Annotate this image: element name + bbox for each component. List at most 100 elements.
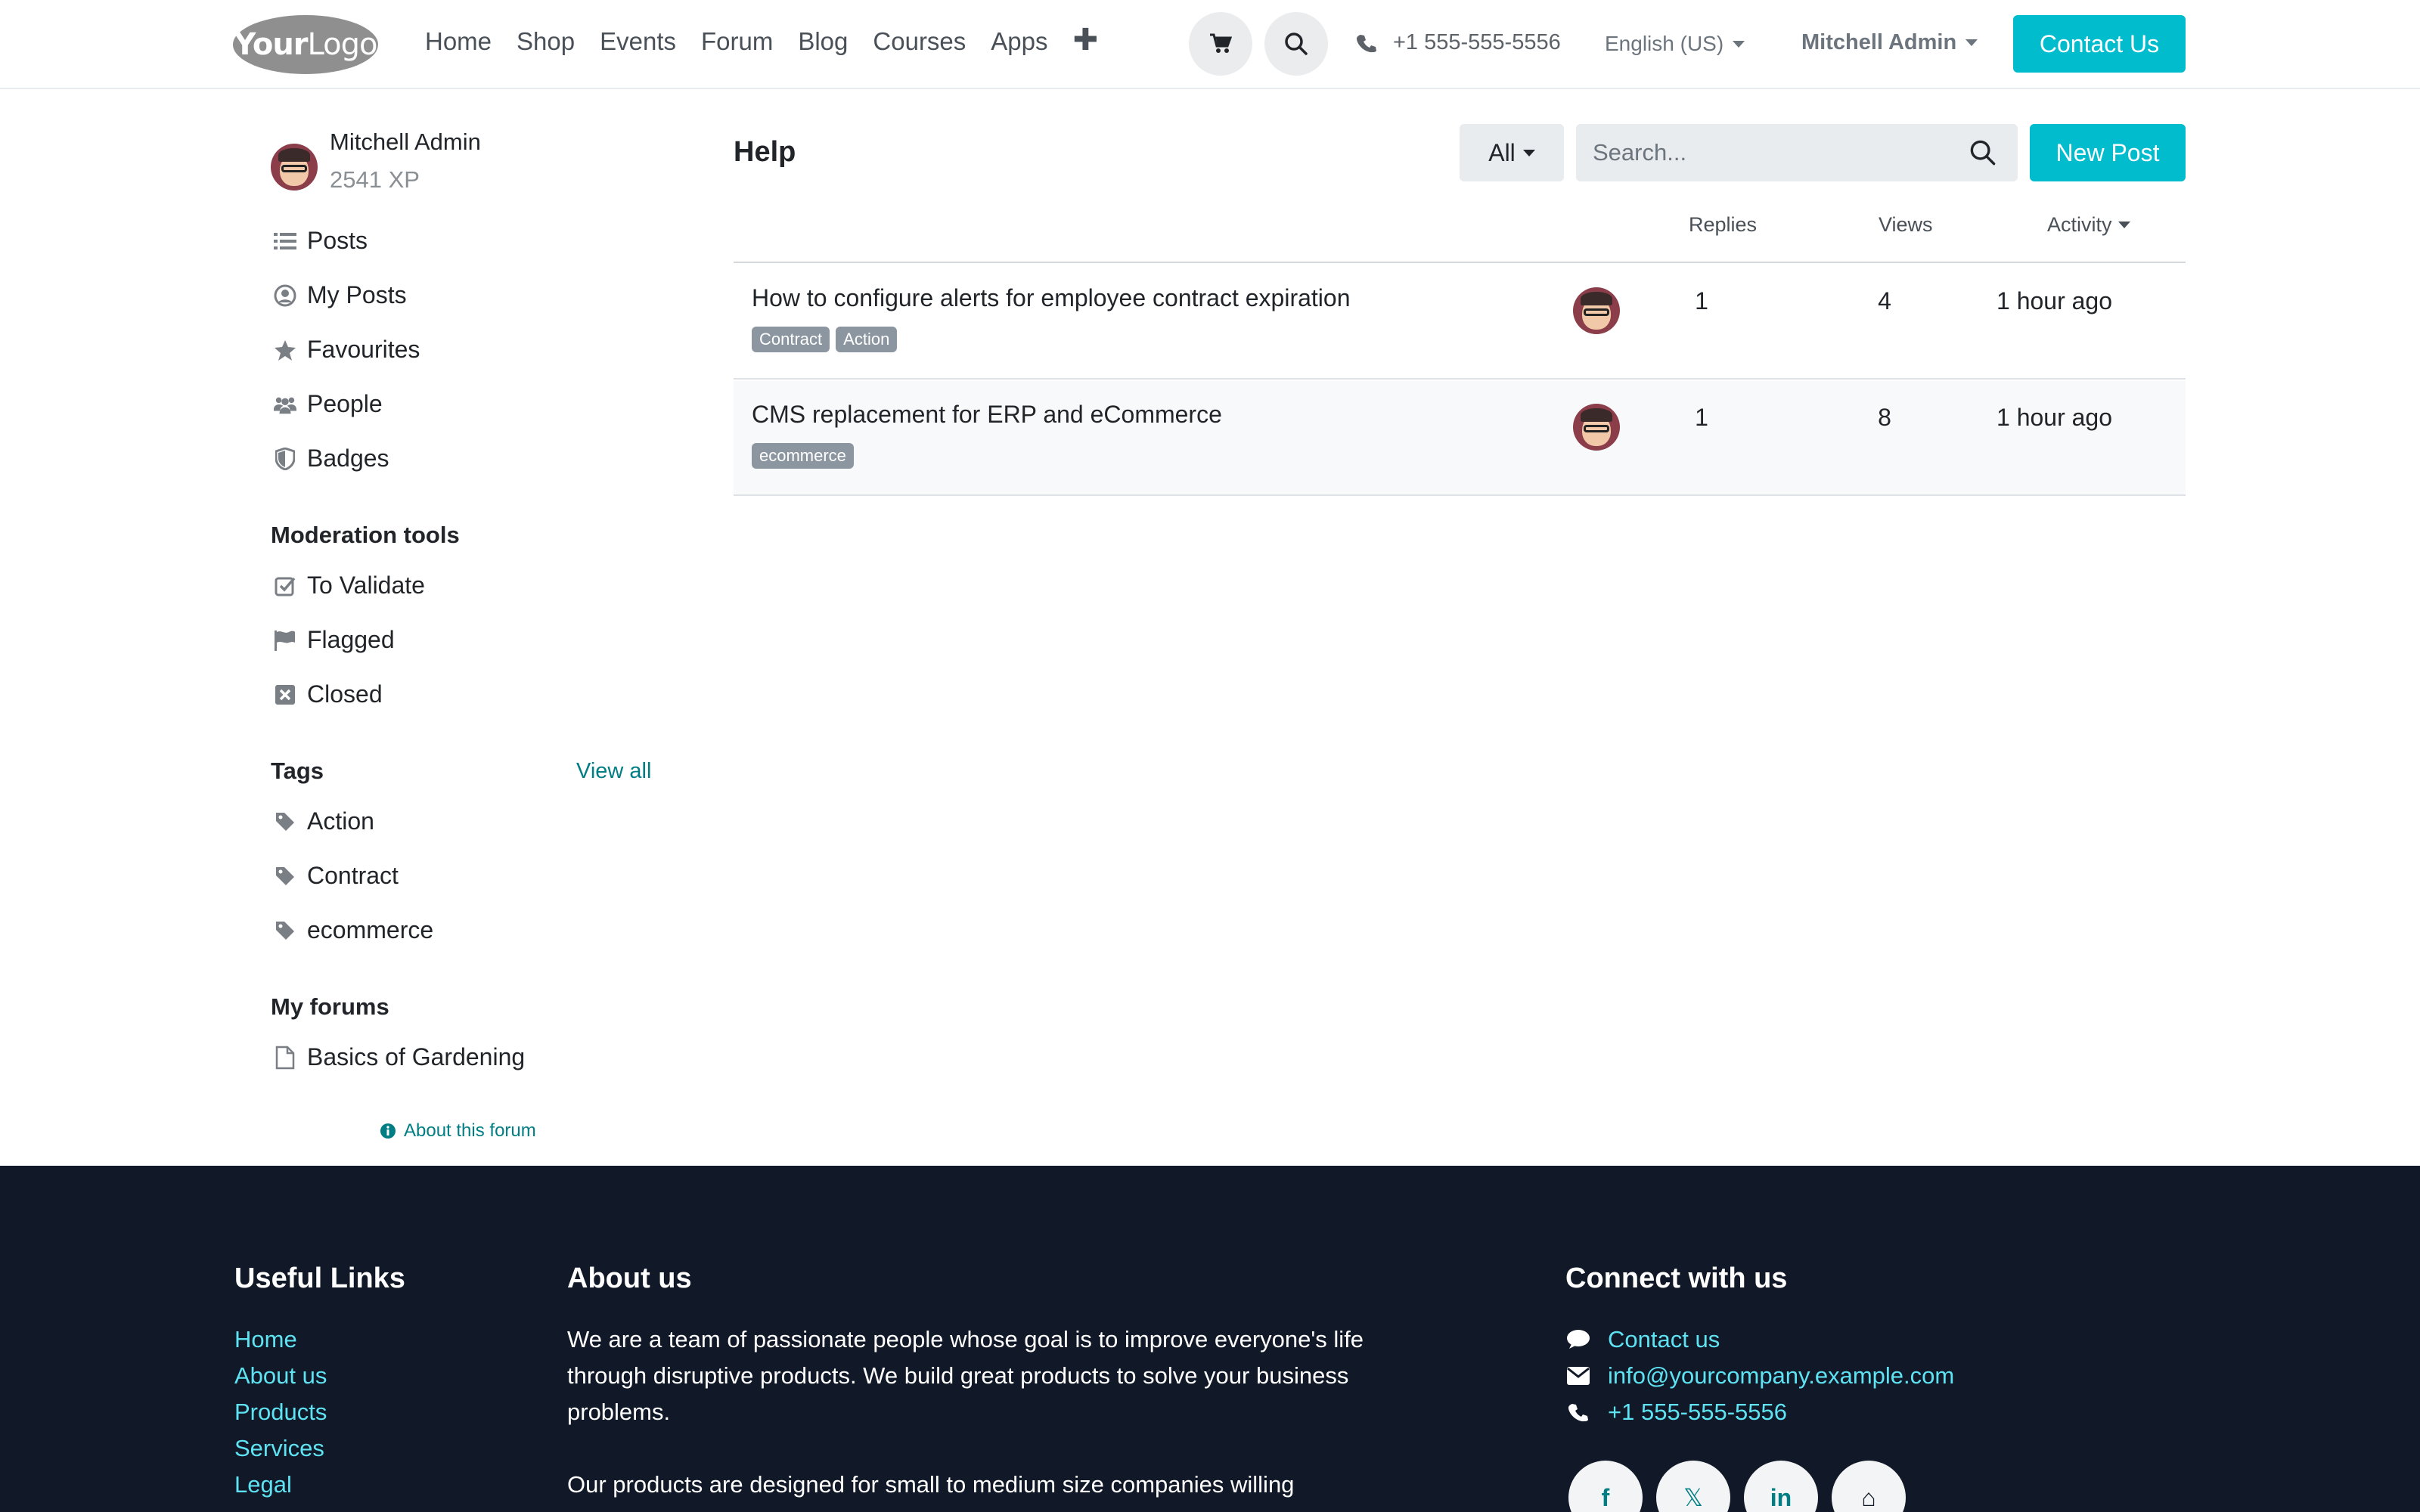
sidebar-item-favourites[interactable]: Favourites bbox=[274, 336, 420, 364]
phone-icon bbox=[1565, 1402, 1591, 1422]
about-us-text: We are a team of passionate people whose… bbox=[567, 1321, 1369, 1512]
footer-link-about-us[interactable]: About us bbox=[234, 1358, 327, 1394]
user-circle-icon bbox=[274, 284, 296, 307]
forum-search bbox=[1576, 124, 2018, 181]
site-logo[interactable]: Your Logo bbox=[233, 15, 378, 74]
post-activity: 1 hour ago bbox=[1996, 287, 2113, 314]
about-this-forum-link[interactable]: About this forum bbox=[380, 1120, 536, 1142]
footer-email-link[interactable]: info@yourcompany.example.com bbox=[1565, 1358, 1954, 1394]
phone-icon bbox=[1357, 34, 1376, 52]
profile-name: Mitchell Admin bbox=[330, 129, 481, 155]
check-square-icon bbox=[274, 575, 296, 597]
sidebar-item-to-validate[interactable]: To Validate bbox=[274, 572, 425, 600]
info-icon bbox=[380, 1123, 396, 1139]
nav-apps[interactable]: Apps bbox=[991, 27, 1047, 56]
page-title: Help bbox=[734, 136, 796, 168]
cart-icon bbox=[1210, 33, 1232, 53]
about-us-heading: About us bbox=[567, 1263, 692, 1294]
table-row[interactable]: CMS replacement for ERP and eCommerce ec… bbox=[734, 381, 2186, 496]
tag-icon bbox=[274, 919, 296, 942]
nav-events[interactable]: Events bbox=[600, 27, 676, 56]
post-title[interactable]: CMS replacement for ERP and eCommerce bbox=[752, 401, 1222, 429]
contact-us-button[interactable]: Contact Us bbox=[2013, 15, 2186, 73]
footer-link-home[interactable]: Home bbox=[234, 1321, 327, 1358]
post-views: 4 bbox=[1878, 287, 1891, 314]
header-search-button[interactable] bbox=[1264, 12, 1328, 76]
post-replies: 1 bbox=[1695, 404, 1708, 431]
envelope-icon bbox=[1565, 1367, 1591, 1385]
list-icon bbox=[274, 230, 296, 253]
post-tag[interactable]: ecommerce bbox=[752, 443, 854, 469]
footer-phone-link[interactable]: +1 555-555-5556 bbox=[1565, 1394, 1954, 1430]
footer-link-products[interactable]: Products bbox=[234, 1394, 327, 1430]
plus-icon[interactable]: ✚ bbox=[1073, 25, 1099, 56]
about-paragraph: Our products are designed for small to m… bbox=[567, 1471, 1295, 1498]
sidebar-item-people[interactable]: People bbox=[274, 390, 383, 418]
users-icon bbox=[274, 393, 296, 416]
sidebar-item-badges[interactable]: Badges bbox=[274, 445, 389, 472]
post-activity: 1 hour ago bbox=[1996, 404, 2113, 431]
connect-links: Contact us info@yourcompany.example.com … bbox=[1565, 1321, 1954, 1430]
flag-icon bbox=[274, 629, 296, 652]
search-icon[interactable] bbox=[1969, 139, 1996, 166]
language-selector[interactable]: English (US) bbox=[1605, 32, 1745, 56]
sidebar-item-closed[interactable]: Closed bbox=[274, 680, 383, 708]
post-tag[interactable]: Action bbox=[836, 327, 898, 352]
avatar bbox=[1573, 287, 1620, 334]
site-footer: Useful Links Home About us Products Serv… bbox=[0, 1166, 2420, 1512]
connect-heading: Connect with us bbox=[1565, 1263, 1788, 1294]
language-label: English (US) bbox=[1605, 32, 1724, 55]
sidebar-tag-ecommerce[interactable]: ecommerce bbox=[274, 916, 433, 944]
linkedin-icon[interactable]: in bbox=[1744, 1461, 1818, 1512]
nav-shop[interactable]: Shop bbox=[517, 27, 575, 56]
chevron-down-icon bbox=[1965, 39, 1978, 46]
chevron-down-icon bbox=[1522, 149, 1535, 156]
footer-link-services[interactable]: Services bbox=[234, 1430, 327, 1467]
x-icon[interactable]: 𝕏 bbox=[1656, 1461, 1730, 1512]
search-input[interactable] bbox=[1593, 136, 1956, 169]
post-views: 8 bbox=[1878, 404, 1891, 431]
nav-courses[interactable]: Courses bbox=[873, 27, 966, 56]
top-navbar: Your Logo Home Shop Events Forum Blog Cou… bbox=[0, 0, 2420, 89]
new-post-button[interactable]: New Post bbox=[2030, 124, 2186, 181]
sidebar-tag-action[interactable]: Action bbox=[274, 807, 374, 835]
post-title[interactable]: How to configure alerts for employee con… bbox=[752, 284, 1351, 312]
view-all-tags-link[interactable]: View all bbox=[576, 759, 651, 784]
sidebar-item-posts[interactable]: Posts bbox=[274, 227, 368, 255]
table-row[interactable]: How to configure alerts for employee con… bbox=[734, 265, 2186, 380]
sidebar-item-my-posts[interactable]: My Posts bbox=[274, 281, 407, 309]
user-menu-label: Mitchell Admin bbox=[1801, 30, 1957, 54]
useful-links: Home About us Products Services Legal bbox=[234, 1321, 327, 1503]
tag-icon bbox=[274, 810, 296, 833]
post-tags: Contract Action bbox=[752, 327, 898, 352]
nav-forum[interactable]: Forum bbox=[701, 27, 773, 56]
nav-home[interactable]: Home bbox=[425, 27, 492, 56]
column-activity-sort[interactable]: Activity bbox=[2047, 213, 2130, 237]
sidebar-item-flagged[interactable]: Flagged bbox=[274, 626, 395, 654]
home-icon[interactable]: ⌂ bbox=[1832, 1461, 1906, 1512]
tags-heading: Tags bbox=[271, 758, 324, 784]
post-tags: ecommerce bbox=[752, 443, 854, 469]
star-icon bbox=[274, 339, 296, 361]
my-forums-heading: My forums bbox=[271, 993, 389, 1020]
profile-xp: 2541 XP bbox=[330, 166, 420, 193]
nav-blog[interactable]: Blog bbox=[798, 27, 848, 56]
search-icon bbox=[1285, 33, 1308, 55]
cart-button[interactable] bbox=[1189, 12, 1252, 76]
posts-table-header bbox=[734, 210, 2186, 263]
post-tag[interactable]: Contract bbox=[752, 327, 830, 352]
chevron-down-icon bbox=[1733, 40, 1745, 48]
column-views: Views bbox=[1879, 213, 1933, 236]
sidebar-forum-basics-of-gardening[interactable]: Basics of Gardening bbox=[274, 1043, 525, 1071]
social-links: f 𝕏 in ⌂ bbox=[1568, 1461, 1906, 1512]
useful-links-heading: Useful Links bbox=[234, 1263, 405, 1294]
user-menu[interactable]: Mitchell Admin bbox=[1801, 30, 1978, 55]
footer-contact-us-link[interactable]: Contact us bbox=[1565, 1321, 1954, 1358]
footer-link-legal[interactable]: Legal bbox=[234, 1467, 327, 1503]
sidebar-tag-contract[interactable]: Contract bbox=[274, 862, 399, 890]
header-phone[interactable]: +1 555-555-5556 bbox=[1357, 30, 1561, 55]
comment-icon bbox=[1565, 1329, 1591, 1350]
filter-dropdown[interactable]: All bbox=[1460, 124, 1564, 181]
facebook-icon[interactable]: f bbox=[1568, 1461, 1643, 1512]
post-replies: 1 bbox=[1695, 287, 1708, 314]
